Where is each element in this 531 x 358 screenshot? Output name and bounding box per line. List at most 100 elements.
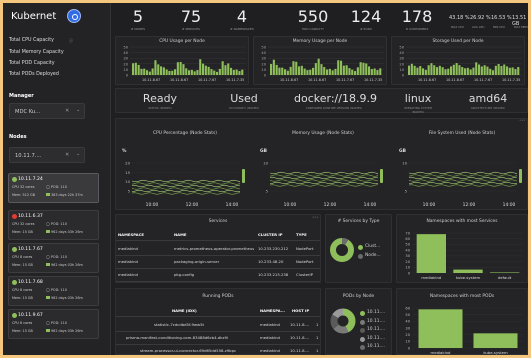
node-name: 10.11.6.37	[18, 214, 43, 219]
services-panel: Services ⋯ NAMESPACE NAME CLUSTER IP TYPE me…	[115, 214, 321, 283]
chart-bar	[373, 68, 376, 75]
node-mem: Mem: 15 GB	[12, 263, 33, 267]
table-cell: pkg-config	[174, 272, 195, 277]
chart-bar	[190, 69, 193, 75]
y-tick-label: 60	[405, 306, 410, 310]
chart-bar	[210, 69, 213, 75]
mem-chart-svg: 5040 3020 10 0 10.11.8.67 10.11.8.67 10.11.7.6…	[261, 46, 384, 82]
node-card[interactable]: 10.11.6.37 CPU 32 cores Mem: 15 GB ◯ POD: 1…	[8, 210, 99, 240]
node-cpu: CPU 32 cores	[12, 222, 35, 226]
services-by-type-panel: # Services by Type Clust... Node...	[325, 214, 392, 283]
chart-bar	[419, 66, 422, 75]
chart-bar	[334, 68, 337, 75]
legend-dot	[358, 254, 363, 259]
line-chart: CPU Percentage (Node Stats)% 20 15 10 5 10:00…	[118, 119, 252, 209]
stat-containers-value: 178	[401, 7, 433, 26]
storage-chart-svg: 5040 3020 10 0 10.11.8.67 10.11.8.67 10.11.7.6…	[399, 46, 522, 82]
node-info-value: Ready	[142, 92, 178, 105]
stat-pods-label: # PODS	[360, 27, 372, 31]
chart-bar	[430, 63, 433, 75]
node-age-value: 962 days 03h 26m	[51, 230, 83, 234]
ns-pods-title: Namespaces with most PODs	[429, 294, 495, 299]
chart-bar	[148, 71, 151, 75]
table-cell: 10.233.230.212	[258, 246, 289, 251]
scroll-handle[interactable]	[380, 169, 383, 183]
chart-bar	[340, 60, 343, 75]
pods-deployed-label: Total PODs Deployed	[9, 72, 59, 77]
chevron-down-icon[interactable]: ⌄	[76, 151, 80, 157]
chart-bar	[433, 65, 436, 75]
node-card[interactable]: 10.11.7.24 CPU 32 cores Mem: 512 GB ◯ POD: …	[8, 173, 99, 203]
age-icon	[46, 193, 50, 196]
chart-bar	[490, 272, 520, 273]
chart-bar	[331, 70, 334, 75]
node-age: 962 days 03h 26m	[46, 329, 83, 333]
node-mem: Mem: 15 GB	[12, 230, 33, 234]
legend-label: 10.11....	[367, 344, 386, 349]
node-cpu: CPU 32 cores	[12, 185, 35, 189]
y-tick-label: 20	[261, 62, 266, 66]
mini-stat-label: MAX CPU	[451, 25, 464, 29]
node-card[interactable]: 10.11.7.67 CPU 8 cores Mem: 15 GB ◯ POD: 11…	[8, 243, 99, 273]
table-cell: 1	[316, 335, 319, 340]
storage-chart-panel: Storage Used per Node 50 40 30 20 10 0 10.11.8.…	[391, 36, 525, 85]
mini-stat-value: 43.18 %	[449, 15, 470, 21]
nodes-select-value: 10.11.7....	[15, 153, 42, 159]
table-cell: mediakind	[260, 348, 280, 353]
chart-bar	[323, 67, 326, 75]
table-header[interactable]: NAMESPACE	[118, 232, 144, 237]
node-info-label: OCCUPANCY (NODES)	[228, 106, 260, 110]
chart-bar	[196, 70, 199, 75]
chart-bar	[174, 69, 177, 75]
y-tick-label: 5	[405, 189, 408, 194]
node-card[interactable]: 10.11.7.68 CPU 8 cores Mem: 15 GB ◯ POD: 11…	[8, 276, 99, 306]
manager-select[interactable]: MDC Ku... ✕ ⌄	[9, 103, 85, 119]
table-header[interactable]: NAME	[174, 232, 187, 237]
clear-icon[interactable]: ✕	[65, 152, 69, 158]
table-cell: mediakind	[118, 272, 138, 277]
chart-bar	[216, 71, 219, 75]
chart-bar	[436, 67, 439, 75]
table-header[interactable]: NAME (IDX)	[172, 308, 197, 313]
chart-bar	[473, 333, 518, 348]
chart-bar	[232, 69, 235, 75]
chart-bar	[188, 70, 191, 75]
x-tick-label: 14:00	[503, 202, 516, 208]
y-tick-label: 30	[405, 254, 410, 258]
age-icon	[46, 296, 50, 299]
node-card[interactable]: 10.11.9.67 CPU 8 cores Mem: 15 GB ◯ POD: 11…	[8, 309, 99, 339]
mini-stat-label: MIN CPU	[493, 25, 505, 29]
x-tick-label: 10.11.8.67	[446, 78, 464, 82]
clear-icon[interactable]: ✕	[65, 108, 69, 114]
x-tick-label: mediakind	[431, 350, 451, 355]
stat-containers-label: # CONTAINERS	[405, 27, 429, 31]
y-tick-label: 50	[123, 46, 128, 50]
pods-by-node-panel: PODs by Node 10.11.... 10.11.... 10.11....…	[325, 288, 392, 355]
chart-bar	[475, 62, 478, 75]
node-pods: ◯ POD: 110	[46, 255, 67, 259]
scroll-handle[interactable]	[519, 169, 522, 183]
y-tick-label: 40	[399, 51, 404, 55]
chart-bar	[492, 70, 495, 75]
y-tick-label: 20	[123, 62, 128, 66]
chart-bar	[480, 66, 483, 75]
chart-bar	[503, 64, 506, 75]
pod-capacity-label: Total POD Capacity	[9, 61, 55, 66]
y-tick-label: 10	[402, 161, 407, 166]
table-header[interactable]: CLUSTER IP	[258, 232, 283, 237]
more-options-icon[interactable]: ⋯	[312, 214, 318, 221]
table-header[interactable]: NAMESPA...	[260, 308, 285, 313]
series-line	[408, 181, 518, 185]
scroll-handle[interactable]	[242, 169, 245, 183]
table-header[interactable]: HOST IP	[292, 308, 309, 313]
chart-bar	[284, 69, 287, 75]
node-mem: Mem: 15 GB	[12, 296, 33, 300]
node-info-value: docker://18.9.9	[294, 92, 377, 105]
nodes-select[interactable]: 10.11.7.... ✕ ⌄	[9, 147, 85, 163]
chart-bar	[165, 69, 168, 75]
table-header[interactable]: TYPE	[296, 232, 307, 237]
series-line	[269, 184, 379, 187]
chevron-down-icon[interactable]: ⌄	[76, 107, 80, 113]
chart-bar	[517, 67, 520, 75]
node-pods: ◯ POD: 110	[46, 222, 67, 226]
